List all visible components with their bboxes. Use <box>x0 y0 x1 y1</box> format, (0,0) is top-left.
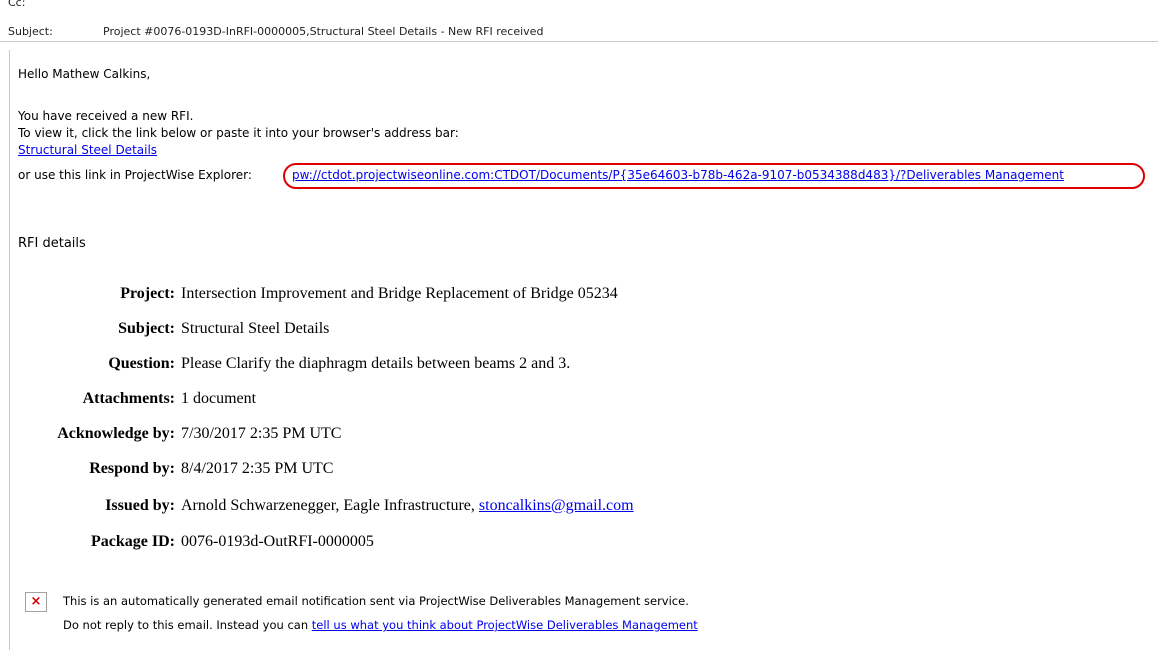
broken-image-icon: × <box>25 592 47 612</box>
cc-label: Cc: <box>8 0 26 9</box>
highlight-ring <box>283 163 1145 189</box>
footer-reply-line: Do not reply to this email. Instead you … <box>63 618 698 632</box>
detail-label: Issued by <box>105 497 170 514</box>
header-divider <box>0 41 1158 42</box>
subject-label: Subject: <box>8 25 53 38</box>
footer-notice: This is an automatically generated email… <box>63 594 689 608</box>
detail-label: Subject <box>118 320 170 337</box>
rfi-details-title: RFI details <box>18 236 86 251</box>
detail-value: 1 document <box>181 390 257 407</box>
detail-value: Structural Steel Details <box>181 320 330 337</box>
detail-label: Attachments <box>82 390 170 407</box>
detail-label: Package ID <box>91 533 170 550</box>
detail-value: Intersection Improvement and Bridge Repl… <box>181 285 618 302</box>
greeting: Hello Mathew Calkins, <box>18 67 151 81</box>
rfi-link[interactable]: Structural Steel Details <box>18 143 157 157</box>
intro-line: You have received a new RFI. <box>18 109 194 123</box>
detail-value: 7/30/2017 2:35 PM UTC <box>181 425 342 442</box>
explorer-prefix: or use this link in ProjectWise Explorer… <box>18 168 252 182</box>
feedback-link[interactable]: tell us what you think about ProjectWise… <box>312 618 698 632</box>
footer-reply-prefix: Do not reply to this email. Instead you … <box>63 618 312 632</box>
detail-value: 8/4/2017 2:35 PM UTC <box>181 460 334 477</box>
cc-row: Cc: <box>0 0 1158 12</box>
detail-label: Acknowledge by <box>57 425 170 442</box>
detail-label: Project <box>120 285 170 302</box>
detail-label: Question <box>108 355 170 372</box>
issuer-email-link[interactable]: stoncalkins@gmail.com <box>479 497 634 514</box>
detail-label: Respond by <box>89 460 170 477</box>
instruction-line: To view it, click the link below or past… <box>18 126 459 140</box>
detail-value: Arnold Schwarzenegger, Eagle Infrastruct… <box>181 497 479 514</box>
detail-value: 0076-0193d-OutRFI-0000005 <box>181 533 374 550</box>
subject-row: Subject: Project #0076-0193D-InRFI-00000… <box>0 25 1158 41</box>
message-body-border <box>9 50 10 650</box>
detail-value: Please Clarify the diaphragm details bet… <box>181 355 571 372</box>
subject-value[interactable]: Project #0076-0193D-InRFI-0000005,Struct… <box>103 25 543 38</box>
